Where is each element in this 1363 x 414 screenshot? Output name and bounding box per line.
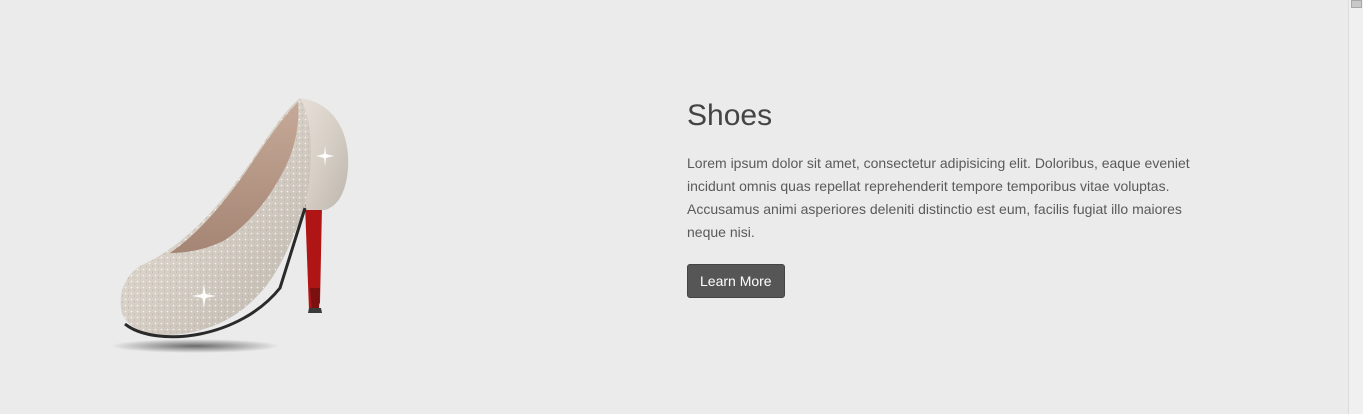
page: Shoes Lorem ipsum dolor sit amet, consec… [0,0,1363,414]
learn-more-button[interactable]: Learn More [687,264,785,298]
section-description: Lorem ipsum dolor sit amet, consectetur … [687,155,1190,240]
vertical-scrollbar[interactable] [1348,0,1363,414]
product-content: Shoes Lorem ipsum dolor sit amet, consec… [687,96,1227,298]
scrollbar-thumb[interactable] [1351,0,1362,8]
section-title: Shoes [687,99,773,132]
product-image [100,88,370,368]
high-heel-shoe-icon [110,98,349,353]
